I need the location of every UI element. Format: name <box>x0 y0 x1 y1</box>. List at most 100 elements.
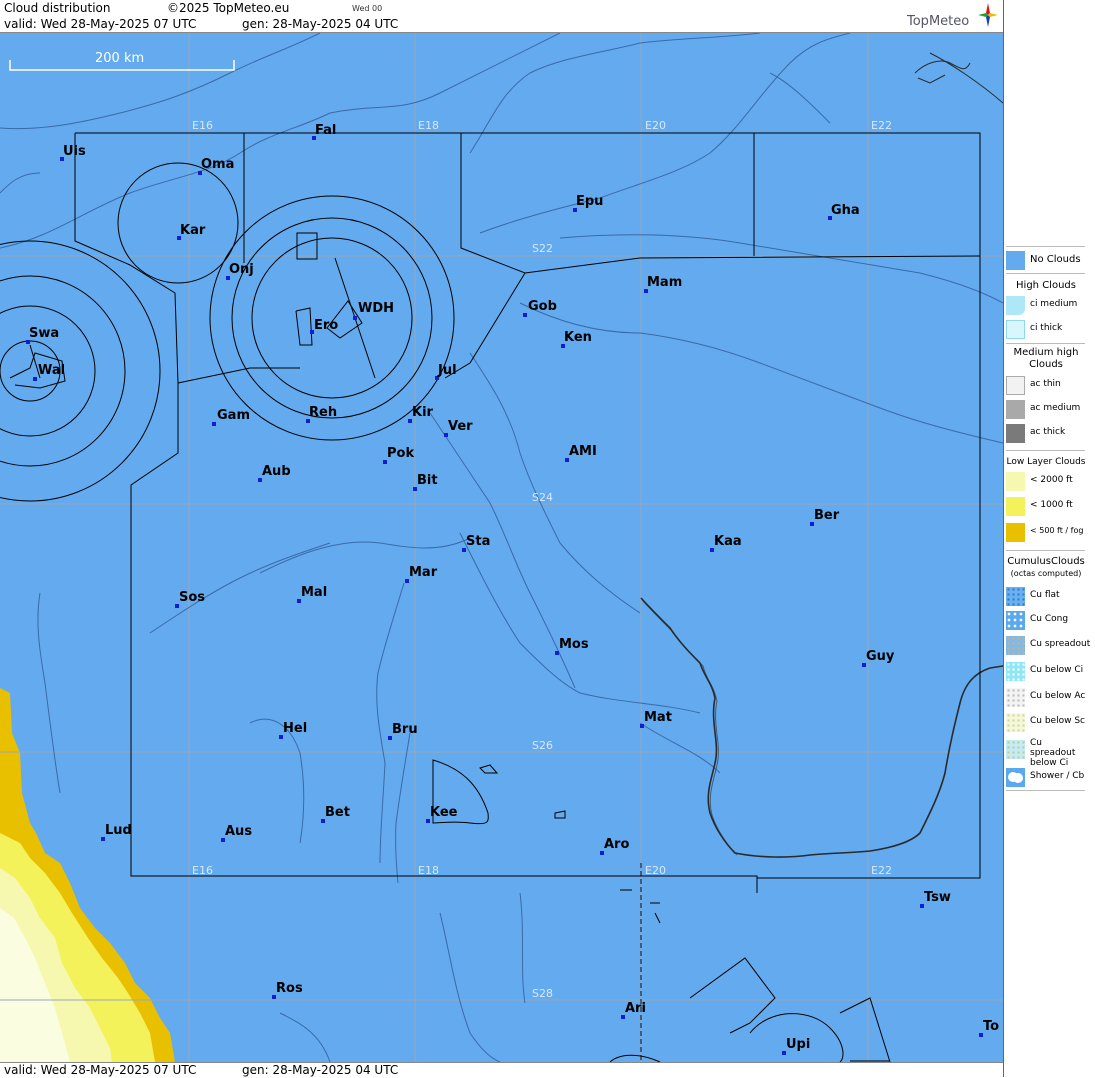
grid-label-s26: S26 <box>532 739 553 752</box>
legend-item-ci-medium: ci medium <box>1005 294 1085 316</box>
station-marker[interactable] <box>212 422 216 426</box>
legend-head-low: Low Layer Clouds <box>1006 457 1086 467</box>
legend-divider <box>1006 790 1085 791</box>
station-label: Aus <box>225 824 253 839</box>
swatch-ac-medium <box>1006 400 1025 419</box>
swatch-ac-thick <box>1006 424 1025 443</box>
station-marker[interactable] <box>523 313 527 317</box>
topmeteo-logo[interactable]: TopMeteo <box>907 2 998 30</box>
legend-divider <box>1006 246 1085 247</box>
legend-label: Cu flat <box>1030 590 1060 600</box>
graticule <box>0 33 1003 1062</box>
swatch-ac-thin <box>1006 376 1025 395</box>
legend-label: Cu below Sc <box>1030 716 1085 726</box>
station-label: Gob <box>528 299 557 314</box>
station-label: Bet <box>325 805 350 820</box>
scale-bar-label: 200 km <box>95 51 145 66</box>
legend-head-high: High Clouds <box>1016 280 1076 291</box>
grid-label-top-e20: E20 <box>645 119 666 132</box>
legend-head-cumulus: CumulusClouds (octas computed) <box>1006 556 1086 580</box>
shower-cloud-icon <box>1008 772 1023 783</box>
legend-cu-subtitle: (octas computed) <box>1010 569 1082 578</box>
map-footer: valid: Wed 28-May-2025 07 UTC gen: 28-Ma… <box>0 1062 1003 1078</box>
legend-label: Cu below Ci <box>1030 665 1084 675</box>
station-label: Mat <box>644 710 672 725</box>
station-label: Bru <box>392 722 418 737</box>
station-label: Reh <box>309 405 338 420</box>
legend-divider <box>1006 550 1085 551</box>
legend-item-cu-spreadout-below-ci: Cu spreadout below Ci <box>1005 736 1085 768</box>
station-label: Tsw <box>924 890 951 905</box>
legend-divider <box>1006 343 1085 344</box>
station-label: Gam <box>217 408 250 423</box>
station-label: Ber <box>814 508 840 523</box>
station-label: AMI <box>569 444 597 459</box>
station-label: Upi <box>786 1037 811 1052</box>
legend-label: Cu spreadout below Ci <box>1030 738 1076 768</box>
legend-label: < 500 ft / fog <box>1030 526 1084 535</box>
grid-label-top-e22: E22 <box>871 119 892 132</box>
station-label: Gha <box>831 203 860 218</box>
station-label: Wal <box>38 363 66 378</box>
station-label: Epu <box>576 194 604 209</box>
station-label: Swa <box>29 326 60 341</box>
station-marker[interactable] <box>353 316 357 320</box>
terrain-lines <box>0 33 1003 1062</box>
legend-label: Cu spreadout <box>1030 639 1091 649</box>
swatch-cu-cong <box>1006 611 1025 630</box>
station-marker[interactable] <box>33 377 37 381</box>
station-label: Aub <box>262 464 291 479</box>
legend-divider <box>1006 273 1085 274</box>
map-header: Cloud distribution ©2025 TopMeteo.eu Wed… <box>0 0 1003 33</box>
legend-item-ac-thick: ac thick <box>1005 422 1085 444</box>
legend-head-medium: Medium high Clouds <box>1013 347 1079 370</box>
station-label: Ari <box>625 1001 646 1016</box>
grid-label-top-e18: E18 <box>418 119 439 132</box>
grid-label-bottom-e20: E20 <box>645 864 666 877</box>
map-title: Cloud distribution <box>4 1 111 15</box>
station-label: Bit <box>417 473 438 488</box>
station-label: Mos <box>559 637 589 652</box>
legend-label: ac thin <box>1030 379 1061 389</box>
station-label: Fal <box>315 123 337 138</box>
legend-item-cu-flat: Cu flat <box>1005 585 1085 607</box>
station-label: Lud <box>105 823 132 838</box>
legend-label: Shower / Cb <box>1030 771 1085 781</box>
legend-item-ac-thin: ac thin <box>1005 374 1085 396</box>
logo-text: TopMeteo <box>907 14 970 29</box>
station-label: Mar <box>409 565 438 580</box>
station-label: WDH <box>358 301 395 316</box>
legend-item-ac-medium: ac medium <box>1005 398 1085 420</box>
cloud-map[interactable]: 200 km E16 E18 E20 E22 E16 E18 E20 E22 S… <box>0 33 1003 1062</box>
legend-item-ci-thick: ci thick <box>1005 318 1085 340</box>
legend-item-cu-below-ac: Cu below Ac <box>1005 686 1085 708</box>
station-label: Jul <box>438 363 457 378</box>
legend-item-lt500: < 500 ft / fog <box>1005 521 1085 543</box>
legend-item-cu-below-ci: Cu below Ci <box>1005 660 1085 682</box>
swatch-lt500 <box>1006 523 1025 542</box>
airspace-boundaries <box>0 132 981 1062</box>
grid-label-top-e16: E16 <box>192 119 213 132</box>
station-label: Kee <box>430 805 458 820</box>
legend-item-cu-cong: Cu Cong <box>1005 609 1085 631</box>
swatch-cu-spreadout-below-ci <box>1006 740 1025 759</box>
legend-label: Cu Cong <box>1030 614 1069 624</box>
legend-label: ci thick <box>1030 323 1063 333</box>
legend-label: ci medium <box>1030 299 1078 309</box>
legend-label: ac thick <box>1030 427 1066 437</box>
legend-label: ac medium <box>1030 403 1081 413</box>
map-canvas <box>0 33 1003 1062</box>
legend-cu-title: CumulusClouds <box>1007 556 1085 567</box>
station-label: Mal <box>301 585 328 600</box>
copyright: ©2025 TopMeteo.eu <box>167 1 290 15</box>
station-label: Uis <box>63 144 86 159</box>
swatch-ci-thick <box>1006 320 1025 339</box>
legend-item-cu-below-sc: Cu below Sc <box>1005 711 1085 733</box>
day-code: Wed 00 <box>352 4 383 13</box>
station-label: Mam <box>647 275 683 290</box>
legend-item-cu-spreadout: Cu spreadout <box>1005 634 1090 656</box>
station-label: Onj <box>229 262 254 277</box>
swatch-ci-medium <box>1006 296 1025 315</box>
grid-label-bottom-e16: E16 <box>192 864 213 877</box>
country-borders <box>640 52 1003 1062</box>
